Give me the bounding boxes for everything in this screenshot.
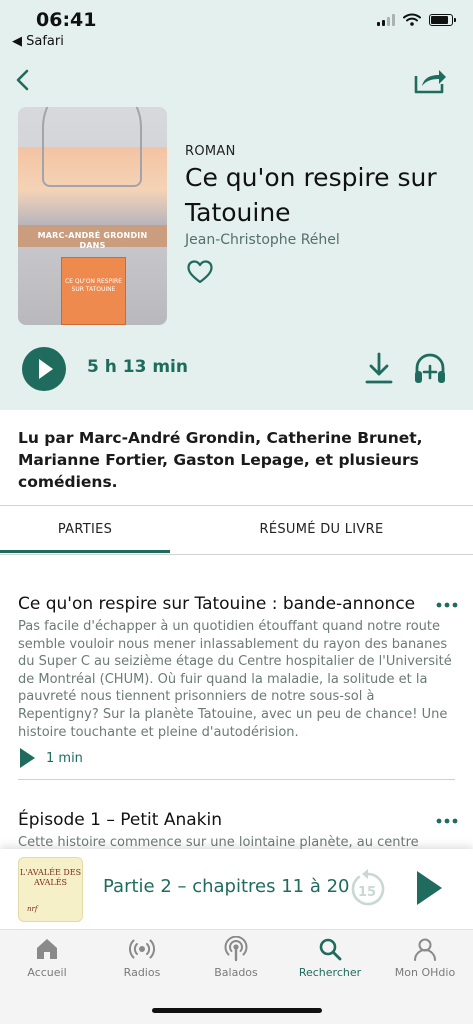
content-tabs: PARTIES RÉSUMÉ DU LIVRE: [0, 505, 473, 555]
tabbar-account[interactable]: Mon OHdio: [385, 936, 465, 979]
episode-length: 1 min: [46, 750, 83, 766]
status-icons: [377, 13, 456, 26]
book-title: Ce qu'on respire sur Tatouine: [185, 163, 437, 227]
book-genre: ROMAN: [185, 144, 236, 159]
tabbar-home-label: Accueil: [27, 966, 67, 979]
status-time: 06:41: [36, 9, 97, 31]
tabbar-podcasts-label: Balados: [214, 966, 258, 979]
add-to-queue-headphones-icon[interactable]: [412, 350, 448, 386]
book-duration: 5 h 13 min: [87, 357, 188, 377]
mini-player-cover: L'AVALÉE DES AVALÉS nrf: [18, 857, 83, 922]
mini-cover-publisher: nrf: [27, 905, 38, 913]
play-icon[interactable]: [18, 747, 36, 769]
search-icon: [319, 938, 342, 961]
episode-item[interactable]: Épisode 1 – Petit Anakin Cette histoire …: [18, 808, 458, 852]
episode-title[interactable]: Épisode 1 – Petit Anakin: [18, 808, 458, 832]
cover-dans: DANS: [79, 241, 106, 250]
download-icon[interactable]: [363, 350, 395, 386]
book-cover: MARC-ANDRÉ GRONDIN DANS CE QU'ON RESPIRE …: [18, 107, 167, 325]
home-icon: [37, 939, 57, 959]
divider: [18, 779, 455, 780]
replay-15-icon[interactable]: 15: [347, 867, 387, 909]
active-tab-indicator: [0, 550, 170, 553]
mini-play-icon[interactable]: [414, 869, 444, 907]
tab-parts[interactable]: PARTIES: [0, 506, 170, 554]
podcast-icon: [224, 936, 248, 962]
tabbar-search[interactable]: Rechercher: [290, 936, 370, 979]
episode-play[interactable]: 1 min: [18, 747, 458, 769]
mini-player-title[interactable]: Partie 2 – chapitres 11 à 20: [103, 876, 350, 897]
tabbar-home[interactable]: Accueil: [7, 936, 87, 979]
episode-title[interactable]: Ce qu'on respire sur Tatouine : bande-an…: [18, 592, 458, 616]
cover-author: MARC-ANDRÉ GRONDIN: [37, 231, 148, 240]
episode-description: Pas facile d'échapper à un quotidien éto…: [18, 619, 452, 740]
book-author[interactable]: Jean-Christophe Réhel: [185, 232, 340, 248]
tabbar-search-label: Rechercher: [298, 966, 362, 979]
favorite-heart-icon[interactable]: [186, 259, 214, 285]
readers-credit: Lu par Marc-André Grondin, Catherine Bru…: [18, 429, 423, 491]
battery-icon: [429, 13, 456, 26]
tabbar-account-label: Mon OHdio: [394, 966, 456, 979]
mini-player[interactable]: L'AVALÉE DES AVALÉS nrf Partie 2 – chapi…: [0, 849, 473, 929]
share-icon[interactable]: [412, 64, 448, 96]
user-icon: [414, 938, 436, 961]
play-book-button[interactable]: [22, 347, 66, 391]
back-to-safari-link[interactable]: ◀ Safari: [12, 34, 64, 49]
home-indicator: [152, 1008, 322, 1013]
more-options-icon[interactable]: [436, 602, 458, 608]
replay-seconds: 15: [358, 885, 376, 900]
mini-cover-title: L'AVALÉE DES AVALÉS: [19, 868, 82, 887]
tabbar-podcasts[interactable]: Balados: [196, 936, 276, 979]
more-options-icon[interactable]: [436, 818, 458, 824]
play-icon: [39, 359, 53, 379]
radio-broadcast-icon: [129, 939, 155, 959]
back-arrow-icon[interactable]: [10, 64, 38, 96]
wifi-icon: [403, 13, 421, 26]
tab-summary[interactable]: RÉSUMÉ DU LIVRE: [170, 506, 473, 554]
tabbar-radios[interactable]: Radios: [102, 936, 182, 979]
cover-mini-title: CE QU'ON RESPIRE SUR TATOUINE: [65, 278, 122, 293]
episode-item[interactable]: Ce qu'on respire sur Tatouine : bande-an…: [18, 592, 458, 769]
tabbar-radios-label: Radios: [123, 966, 161, 979]
cellular-signal-icon: [377, 13, 395, 26]
